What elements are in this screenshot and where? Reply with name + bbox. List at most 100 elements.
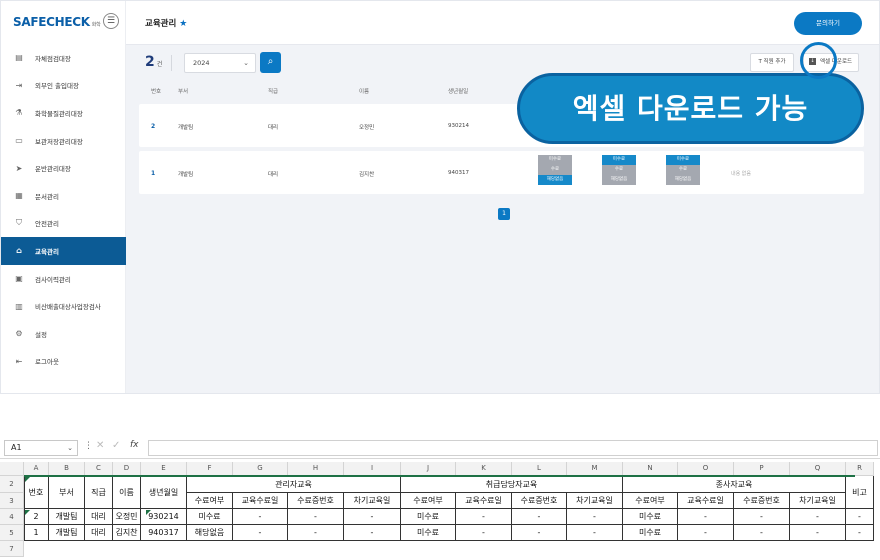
sheet-subheader[interactable]: 수료여부 [187, 493, 233, 509]
sheet-cell[interactable]: - [567, 525, 623, 541]
sheet-cell[interactable]: - [456, 525, 512, 541]
pagination-page-1[interactable]: 1 [498, 208, 510, 220]
sheet-cell[interactable]: - [344, 509, 401, 525]
sheet-cell-note[interactable]: - [846, 509, 874, 525]
sheet-cell-dept[interactable]: 개발팀 [49, 525, 85, 541]
sheet-cell[interactable]: 미수료 [623, 525, 678, 541]
status-not-applicable[interactable]: 해당없음 [602, 175, 636, 185]
sidebar-item-3[interactable]: ⚗ 화학물질관리대장 [1, 99, 126, 127]
sidebar-item-1[interactable]: ▤ 자체점검대장 [1, 44, 126, 72]
sheet-header-note[interactable]: 비고 [846, 476, 874, 509]
year-select[interactable]: 2024 ⌄ [184, 53, 256, 73]
column-header-J[interactable]: J [401, 462, 456, 476]
hamburger-menu-icon[interactable]: ☰ [103, 13, 119, 29]
sheet-cell[interactable]: 미수료 [623, 509, 678, 525]
sidebar-item-6[interactable]: ▦ 문서관리 [1, 182, 126, 210]
sidebar-item-10[interactable]: ▥ 비산배출대상사업장검사 [1, 292, 126, 320]
sheet-header-dept[interactable]: 부서 [49, 476, 85, 509]
sheet-group-header[interactable]: 관리자교육 [187, 476, 401, 493]
sheet-subheader[interactable]: 차기교육일 [790, 493, 846, 509]
sheet-cell[interactable]: 미수료 [401, 525, 456, 541]
inquiry-button[interactable]: 문의하기 [794, 12, 862, 35]
sidebar-item-4[interactable]: ▭ 보관저장관리대장 [1, 127, 126, 155]
column-header-Q[interactable]: Q [790, 462, 846, 476]
sheet-cell[interactable]: - [790, 525, 846, 541]
sheet-cell[interactable]: - [233, 525, 288, 541]
favorite-star-icon[interactable]: ★ [179, 19, 187, 29]
sheet-cell[interactable]: - [233, 509, 288, 525]
row-header[interactable]: 5 [0, 525, 24, 541]
status-not-applicable[interactable]: 해당없음 [538, 175, 572, 185]
sheet-subheader[interactable]: 차기교육일 [567, 493, 623, 509]
column-header-A[interactable]: A [24, 462, 49, 476]
sidebar-item-9[interactable]: ▣ 검사이력관리 [1, 265, 126, 293]
select-all-corner[interactable] [0, 462, 24, 476]
sheet-cell[interactable]: - [512, 525, 567, 541]
sheet-header-birth[interactable]: 생년월일 [141, 476, 187, 509]
sheet-subheader[interactable]: 수료증번호 [512, 493, 567, 509]
status-not-completed[interactable]: 미수료 [666, 155, 700, 165]
column-header-O[interactable]: O [678, 462, 734, 476]
check-icon[interactable]: ✓ [112, 440, 120, 451]
status-group-worker[interactable]: 미수료 수료 해당없음 [666, 155, 700, 185]
sheet-group-header[interactable]: 종사자교육 [623, 476, 846, 493]
sidebar-item-8[interactable]: ⌂ 교육관리 [1, 237, 126, 265]
sheet-cell[interactable]: - [456, 509, 512, 525]
column-header-N[interactable]: N [623, 462, 678, 476]
add-staff-button[interactable]: T 직원 추가 [750, 53, 794, 72]
sheet-cell-note[interactable]: - [846, 525, 874, 541]
row-header[interactable]: 7 [0, 541, 24, 557]
search-button[interactable]: ⌕ [260, 52, 281, 73]
sheet-cell-rank[interactable]: 대리 [85, 525, 113, 541]
sidebar-item-2[interactable]: ⇥ 외부인 출입대장 [1, 72, 126, 100]
logo[interactable]: SAFECHECK 화학 [13, 15, 101, 29]
column-header-M[interactable]: M [567, 462, 623, 476]
sheet-cell[interactable]: - [678, 525, 734, 541]
sheet-cell-name[interactable]: 김지찬 [113, 525, 141, 541]
column-header-L[interactable]: L [512, 462, 567, 476]
column-header-I[interactable]: I [344, 462, 401, 476]
formula-input[interactable] [148, 440, 878, 456]
sheet-cell[interactable]: - [344, 525, 401, 541]
sidebar-item-11[interactable]: ⚙ 설정 [1, 320, 126, 348]
sheet-cell[interactable]: - [567, 509, 623, 525]
sheet-cell-dept[interactable]: 개발팀 [49, 509, 85, 525]
column-header-K[interactable]: K [456, 462, 512, 476]
column-header-G[interactable]: G [233, 462, 288, 476]
status-completed[interactable]: 수료 [602, 165, 636, 175]
sheet-group-header[interactable]: 취급담당자교육 [401, 476, 623, 493]
sheet-cell[interactable]: - [288, 509, 344, 525]
sheet-subheader[interactable]: 교육수료일 [678, 493, 734, 509]
sheet-subheader[interactable]: 교육수료일 [233, 493, 288, 509]
more-icon[interactable]: ⋮ [84, 441, 93, 451]
sheet-cell[interactable]: 해당없음 [187, 525, 233, 541]
sidebar-item-7[interactable]: ⛉ 안전관리 [1, 210, 126, 238]
sheet-cell[interactable]: 미수료 [187, 509, 233, 525]
sidebar-item-12[interactable]: ⇤ 로그아웃 [1, 348, 126, 376]
sheet-header-rank[interactable]: 직급 [85, 476, 113, 509]
status-not-applicable[interactable]: 해당없음 [666, 175, 700, 185]
sheet-subheader[interactable]: 수료여부 [623, 493, 678, 509]
status-completed[interactable]: 수료 [666, 165, 700, 175]
column-header-H[interactable]: H [288, 462, 344, 476]
sheet-subheader[interactable]: 차기교육일 [344, 493, 401, 509]
table-row[interactable]: 1 개발팀 대리 김지찬 940317 미수료 수료 해당없음 미수료 수료 해… [139, 151, 864, 194]
sheet-cell[interactable]: - [734, 525, 790, 541]
cancel-icon[interactable]: ✕ [96, 440, 104, 451]
status-group-handler[interactable]: 미수료 수료 해당없음 [602, 155, 636, 185]
sheet-cell[interactable]: - [734, 509, 790, 525]
column-header-P[interactable]: P [734, 462, 790, 476]
column-header-E[interactable]: E [141, 462, 187, 476]
column-header-R[interactable]: R [846, 462, 874, 476]
function-icon[interactable]: fx [130, 440, 139, 450]
sheet-subheader[interactable]: 수료여부 [401, 493, 456, 509]
column-header-F[interactable]: F [187, 462, 233, 476]
status-not-completed[interactable]: 미수료 [538, 155, 572, 165]
status-completed[interactable]: 수료 [538, 165, 572, 175]
column-header-C[interactable]: C [85, 462, 113, 476]
row-header[interactable]: 4 [0, 509, 24, 525]
row-header[interactable]: 3 [0, 493, 24, 509]
sheet-cell[interactable]: - [512, 509, 567, 525]
sheet-cell[interactable]: - [790, 509, 846, 525]
row-header[interactable]: 2 [0, 476, 24, 493]
